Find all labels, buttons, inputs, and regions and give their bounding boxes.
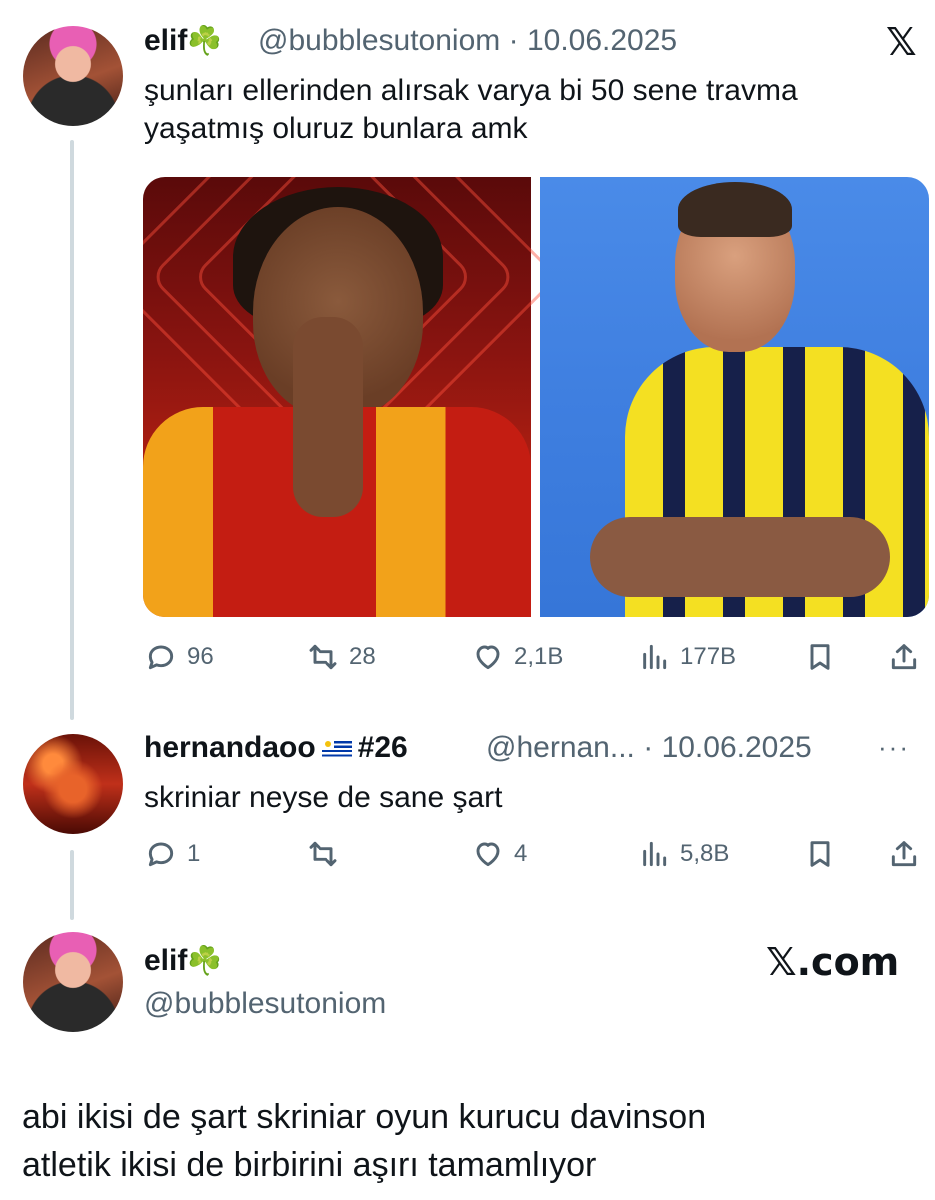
tweet-meta: @bubblesutoniom · 10.06.2025 xyxy=(258,24,677,58)
thread-line xyxy=(70,850,74,920)
tweet-text: şunları ellerinden alırsak varya bi 50 s… xyxy=(144,74,798,145)
reply-icon xyxy=(148,842,174,867)
like-button[interactable]: 4 xyxy=(472,838,527,870)
meta-separator: · xyxy=(643,731,654,764)
media-image-right[interactable] xyxy=(540,177,929,617)
share-button[interactable] xyxy=(888,641,920,673)
heart-icon xyxy=(476,842,500,867)
author-handle[interactable]: @bubblesutoniom xyxy=(258,24,500,57)
reply-count: 96 xyxy=(187,643,214,670)
media-grid[interactable] xyxy=(143,177,929,617)
tweet-date[interactable]: 10.06.2025 xyxy=(662,731,812,764)
like-count: 4 xyxy=(514,840,528,867)
tweet-text: skriniar neyse de sane şart xyxy=(144,781,503,814)
retweet-count: 28 xyxy=(349,643,376,670)
author-handle[interactable]: @hernan... xyxy=(486,731,635,764)
like-button[interactable]: 2,1B xyxy=(472,641,563,673)
meta-separator: · xyxy=(508,24,519,57)
views-count: 5,8B xyxy=(680,840,730,867)
reply-icon xyxy=(148,645,174,670)
bookmark-button[interactable] xyxy=(804,838,836,870)
author-handle[interactable]: @bubblesutoniom xyxy=(144,987,386,1021)
like-count: 2,1B xyxy=(514,643,564,670)
reply-button[interactable]: 96 xyxy=(145,641,214,673)
x-logo-icon: 𝕏 xyxy=(886,20,917,64)
views-icon xyxy=(643,644,667,670)
thread-line xyxy=(70,140,74,720)
heart-icon xyxy=(476,645,500,670)
retweet-icon xyxy=(309,644,337,670)
shamrock-icon: ☘️ xyxy=(187,25,223,56)
more-options-icon[interactable]: ··· xyxy=(878,732,910,763)
uruguay-flag-icon xyxy=(321,739,352,760)
bookmark-button[interactable] xyxy=(804,641,836,673)
media-image-left[interactable] xyxy=(143,177,560,617)
share-icon xyxy=(891,644,917,670)
reply-count: 1 xyxy=(187,840,201,867)
post-text: abi ikisi de şart skriniar oyun kurucu d… xyxy=(22,1098,707,1184)
author-name[interactable]: hernandaoo #26 xyxy=(144,731,408,765)
views-count: 177B xyxy=(680,643,737,670)
share-icon xyxy=(891,841,917,867)
views-button[interactable]: 5,8B xyxy=(638,838,729,870)
avatar[interactable] xyxy=(23,734,123,834)
bookmark-icon xyxy=(810,644,830,670)
tweet-date[interactable]: 10.06.2025 xyxy=(527,24,677,57)
author-name[interactable]: elif☘️ xyxy=(144,944,222,978)
tweet-meta: @hernan... · 10.06.2025 xyxy=(486,731,812,765)
x-com-brand: 𝕏.com xyxy=(766,940,900,984)
views-icon xyxy=(643,841,667,867)
share-button[interactable] xyxy=(888,838,920,870)
shamrock-icon: ☘️ xyxy=(187,945,223,976)
retweet-button[interactable]: 28 xyxy=(307,641,376,673)
avatar[interactable] xyxy=(23,26,123,126)
retweet-button[interactable] xyxy=(307,838,349,870)
views-button[interactable]: 177B xyxy=(638,641,736,673)
author-tag: #26 xyxy=(357,731,408,764)
reply-button[interactable]: 1 xyxy=(145,838,200,870)
bookmark-icon xyxy=(810,841,830,867)
avatar[interactable] xyxy=(23,932,123,1032)
retweet-icon xyxy=(309,841,337,867)
author-name[interactable]: elif☘️ xyxy=(144,24,222,58)
